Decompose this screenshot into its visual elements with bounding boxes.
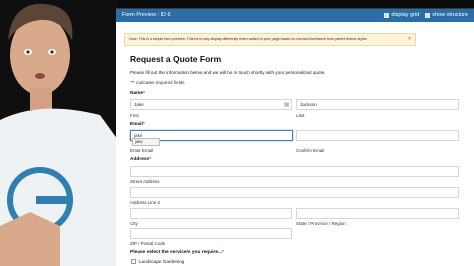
webcam-overlay <box>0 0 118 266</box>
zip-sublabel: ZIP / Postal Code <box>130 241 166 246</box>
form-title: Request a Quote Form <box>130 54 222 64</box>
show-structure-label: show structure <box>432 12 468 18</box>
city-sublabel: City <box>130 221 138 226</box>
address-line2-sublabel: Address Line 2 <box>130 200 161 205</box>
preview-titlebar: Form Preview : ID 6 display grid show st… <box>116 9 474 22</box>
first-name-input[interactable]: Jake ▤ <box>130 99 292 110</box>
name-label: Name* <box>130 91 145 96</box>
address-label: Address* <box>130 157 152 162</box>
enter-email-sublabel: Enter Email <box>130 148 154 153</box>
required-note: "*" indicates required fields <box>130 80 185 85</box>
state-sublabel: State / Province / Region <box>296 221 346 226</box>
preview-options: display grid show structure <box>384 9 468 22</box>
form-description: Please fill out the information below an… <box>130 70 326 75</box>
street-address-sublabel: Street Address <box>130 179 160 184</box>
preview-notice: Note: This is a simple form preview. Thi… <box>124 33 416 46</box>
last-name-sublabel: Last <box>296 113 305 118</box>
last-name-input[interactable]: Jackson <box>296 99 459 110</box>
close-icon[interactable]: × <box>408 34 411 45</box>
city-input[interactable] <box>130 208 292 219</box>
confirm-email-sublabel: Confirm Email <box>296 148 325 153</box>
form-preview-panel: Form Preview : ID 6 display grid show st… <box>116 9 474 266</box>
address-line2-input[interactable] <box>130 187 459 198</box>
autofill-icon[interactable]: ▤ <box>284 101 289 110</box>
zip-input[interactable] <box>130 228 292 239</box>
display-grid-label: display grid <box>391 12 420 18</box>
email-autocomplete[interactable]: jake <box>132 138 160 146</box>
notice-text: Note: This is a simple form preview. Thi… <box>129 37 368 41</box>
street-address-input[interactable] <box>130 166 459 177</box>
preview-title: Form Preview : ID 6 <box>122 12 171 18</box>
email-label: Email* <box>130 122 145 127</box>
display-grid-checkbox[interactable] <box>384 13 390 18</box>
show-structure-checkbox[interactable] <box>425 13 431 18</box>
first-name-sublabel: First <box>130 113 139 118</box>
confirm-email-field[interactable] <box>296 130 459 141</box>
service-checkbox-landscape[interactable] <box>131 259 136 264</box>
state-input[interactable] <box>296 208 459 219</box>
service-option-landscape: Landscape Gardening <box>139 259 185 264</box>
show-structure-option[interactable]: show structure <box>425 9 468 22</box>
presenter-video <box>0 0 118 266</box>
services-label: Please select the service/s you require.… <box>130 250 224 255</box>
display-grid-option[interactable]: display grid <box>384 9 419 22</box>
